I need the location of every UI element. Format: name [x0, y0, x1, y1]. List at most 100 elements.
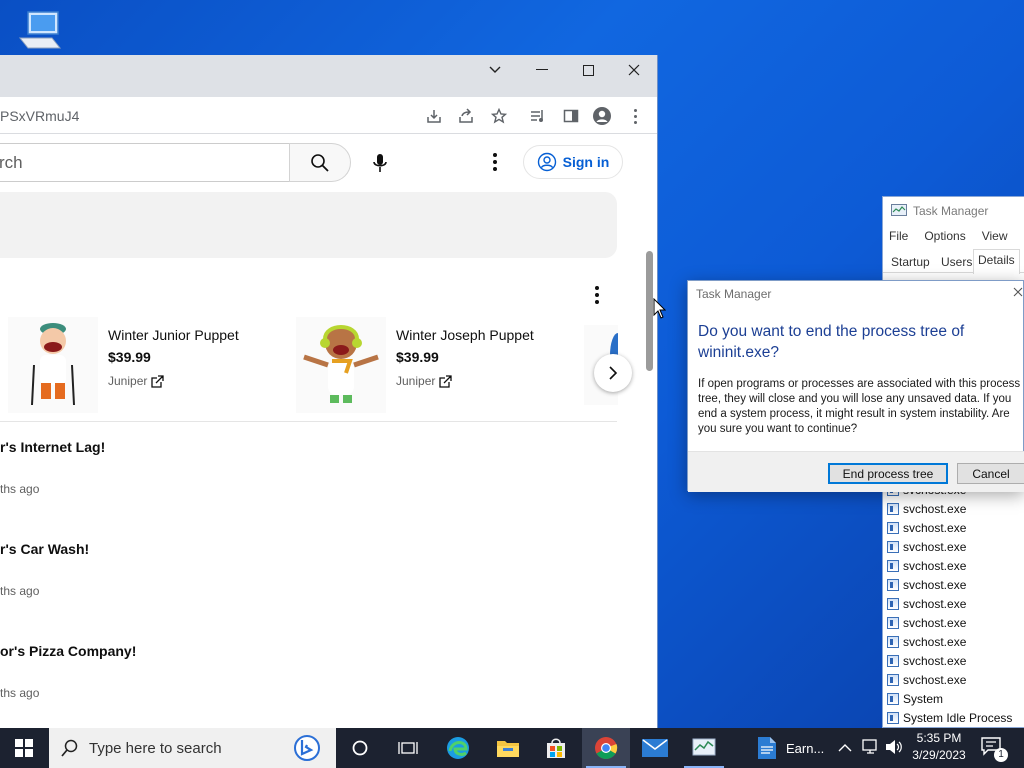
- tab-users[interactable]: Users: [937, 252, 976, 273]
- video-title[interactable]: r's Internet Lag!: [0, 439, 105, 455]
- windows-logo-icon: [15, 739, 33, 757]
- list-item[interactable]: svchost.exe: [887, 537, 966, 556]
- list-item[interactable]: svchost.exe: [887, 632, 966, 651]
- taskbar-app-task-manager[interactable]: [680, 728, 728, 768]
- volume-button[interactable]: [885, 739, 903, 760]
- list-item[interactable]: System: [887, 689, 943, 708]
- end-process-tree-button[interactable]: End process tree: [828, 463, 948, 484]
- minimize-button[interactable]: [519, 55, 565, 85]
- list-item[interactable]: svchost.exe: [887, 499, 966, 518]
- video-meta: ths ago: [0, 686, 40, 700]
- cortana-button[interactable]: [336, 728, 384, 768]
- chrome-menu-icon[interactable]: [624, 105, 646, 127]
- shelf-menu-button[interactable]: [594, 286, 600, 304]
- cancel-button[interactable]: Cancel: [957, 463, 1024, 484]
- notification-badge: 1: [994, 748, 1008, 762]
- video-meta: ths ago: [0, 482, 40, 496]
- taskbar-app-chrome[interactable]: [582, 728, 630, 768]
- store-name: Juniper: [396, 374, 436, 388]
- install-app-icon[interactable]: [423, 105, 445, 127]
- list-item[interactable]: svchost.exe: [887, 518, 966, 537]
- show-hidden-icons-button[interactable]: [838, 740, 852, 758]
- carousel-next-button[interactable]: [594, 354, 632, 392]
- list-item[interactable]: System Idle Process: [887, 708, 1012, 727]
- share-icon[interactable]: [455, 105, 477, 127]
- chevron-down-icon: [489, 66, 501, 73]
- process-icon: [887, 654, 899, 667]
- media-control-icon[interactable]: [527, 105, 549, 127]
- video-meta: ths ago: [0, 584, 40, 598]
- settings-menu-button[interactable]: [492, 153, 498, 171]
- volume-icon: [886, 740, 902, 754]
- scrollbar-thumb[interactable]: [646, 251, 653, 371]
- video-title[interactable]: r's Car Wash!: [0, 541, 89, 557]
- network-icon: [862, 739, 877, 754]
- clock-date: 3/29/2023: [912, 748, 966, 762]
- taskbar-app-file-explorer[interactable]: [484, 728, 532, 768]
- taskbar-app-mail[interactable]: [631, 728, 679, 768]
- menu-view[interactable]: View: [982, 229, 1008, 243]
- network-status-button[interactable]: [862, 739, 880, 760]
- list-item[interactable]: svchost.exe: [887, 575, 966, 594]
- product-card[interactable]: Winter Junior Puppet $39.99 Juniper: [8, 317, 288, 413]
- maximize-button[interactable]: [565, 55, 611, 85]
- end-process-dialog: Task Manager Do you want to end the proc…: [687, 280, 1024, 492]
- process-icon: [887, 521, 899, 534]
- clock-time: 5:35 PM: [916, 731, 962, 745]
- taskbar-clock[interactable]: 5:35 PM 3/29/2023: [906, 730, 972, 764]
- taskbar-app-word[interactable]: Earn...: [752, 728, 832, 768]
- external-link-icon: [151, 374, 165, 388]
- task-view-button[interactable]: [384, 728, 432, 768]
- account-circle-icon: [537, 152, 556, 172]
- side-panel-icon[interactable]: [560, 105, 582, 127]
- tab-startup[interactable]: Startup: [887, 252, 934, 273]
- profile-avatar-icon[interactable]: [591, 105, 613, 127]
- process-icon: [887, 502, 899, 515]
- product-card[interactable]: Winter Joseph Puppet $39.99 Juniper: [296, 317, 576, 413]
- list-item[interactable]: svchost.exe: [887, 594, 966, 613]
- sign-in-button[interactable]: Sign in: [523, 145, 623, 179]
- list-item[interactable]: svchost.exe: [887, 556, 966, 575]
- process-list: svchost.exe svchost.exe svchost.exe svch…: [883, 480, 1024, 730]
- dialog-close-button[interactable]: [1013, 284, 1023, 300]
- youtube-search-button[interactable]: [289, 143, 351, 182]
- task-manager-titlebar[interactable]: Task Manager: [891, 204, 988, 218]
- banner-placeholder: [0, 192, 617, 258]
- bing-icon[interactable]: [292, 734, 322, 762]
- product-name[interactable]: Winter Joseph Puppet: [396, 327, 534, 343]
- product-thumbnail[interactable]: [8, 317, 98, 413]
- menu-file[interactable]: File: [889, 229, 908, 243]
- tab-search-button[interactable]: [472, 55, 518, 85]
- close-button[interactable]: [611, 55, 657, 85]
- tab-details[interactable]: Details: [973, 249, 1020, 274]
- close-icon: [628, 64, 640, 76]
- document-icon: [758, 737, 776, 759]
- product-store-link[interactable]: Juniper: [108, 374, 165, 388]
- folder-icon: [497, 741, 519, 757]
- url-text[interactable]: PSxVRmuJ4: [0, 108, 79, 124]
- menu-options[interactable]: Options: [924, 229, 965, 243]
- product-price: $39.99: [396, 349, 439, 365]
- process-icon: [887, 559, 899, 572]
- start-button[interactable]: [0, 728, 48, 768]
- action-center-button[interactable]: 1: [980, 736, 1010, 762]
- taskbar: Type here to search Earn... 5:35 PM 3/29…: [0, 728, 1024, 768]
- list-item[interactable]: svchost.exe: [887, 670, 966, 689]
- taskbar-app-edge[interactable]: [434, 728, 482, 768]
- product-thumbnail[interactable]: [296, 317, 386, 413]
- bookmark-star-icon[interactable]: [488, 105, 510, 127]
- list-item[interactable]: svchost.exe: [887, 651, 966, 670]
- youtube-search-input[interactable]: rch: [0, 143, 290, 182]
- voice-search-button[interactable]: [362, 143, 398, 182]
- taskbar-search-placeholder: Type here to search: [89, 739, 222, 757]
- product-store-link[interactable]: Juniper: [396, 374, 453, 388]
- task-view-icon: [398, 742, 418, 754]
- taskbar-search-box[interactable]: Type here to search: [49, 728, 336, 768]
- video-title[interactable]: or's Pizza Company!: [0, 643, 136, 659]
- taskbar-app-store[interactable]: [532, 728, 580, 768]
- this-pc-desktop-icon[interactable]: [14, 8, 66, 56]
- product-name[interactable]: Winter Junior Puppet: [108, 327, 239, 343]
- chevron-up-icon: [838, 744, 852, 752]
- external-link-icon: [439, 374, 453, 388]
- list-item[interactable]: svchost.exe: [887, 613, 966, 632]
